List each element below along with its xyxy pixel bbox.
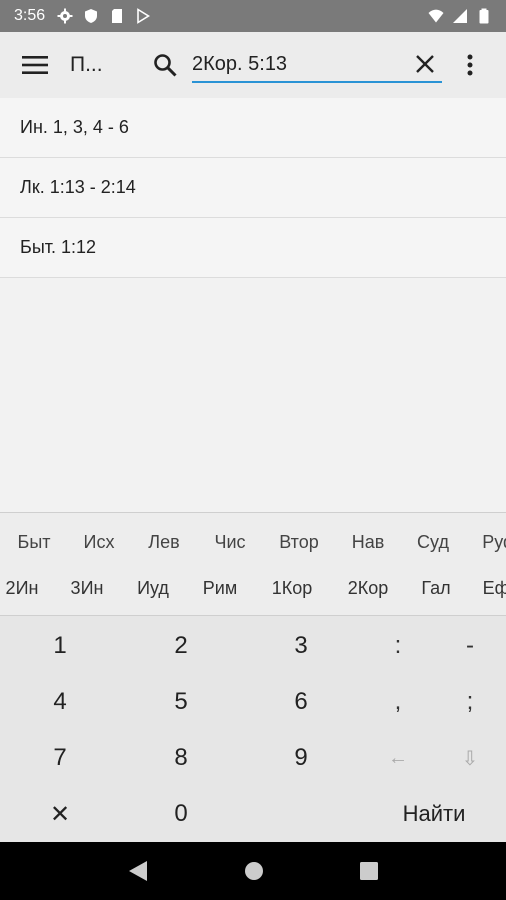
key-8[interactable]: 8: [141, 730, 221, 786]
status-time: 3:56: [14, 7, 46, 24]
find-button[interactable]: Найти: [376, 786, 492, 842]
menu-button[interactable]: [0, 32, 70, 98]
book-chip[interactable]: Рим: [203, 565, 237, 611]
back-icon[interactable]: [127, 859, 149, 883]
book-chip[interactable]: Еф: [483, 565, 506, 611]
key-4[interactable]: 4: [20, 674, 100, 730]
key-semicolon[interactable]: ;: [440, 674, 500, 730]
book-chip[interactable]: 1Кор: [272, 565, 313, 611]
book-chip[interactable]: Суд: [417, 519, 449, 565]
key-colon[interactable]: :: [368, 618, 428, 674]
play-store-icon: [137, 8, 151, 24]
search-button[interactable]: [140, 32, 190, 98]
book-chip[interactable]: 2Кор: [348, 565, 389, 611]
book-chip[interactable]: Руф: [482, 519, 506, 565]
book-chip[interactable]: Быт: [18, 519, 51, 565]
book-chip[interactable]: 2Ин: [6, 565, 39, 611]
book-chip[interactable]: Нав: [352, 519, 385, 565]
key-6[interactable]: 6: [261, 674, 341, 730]
list-item[interactable]: Лк. 1:13 - 2:14: [0, 158, 506, 218]
overflow-menu-button[interactable]: [450, 32, 490, 98]
sd-card-icon: [112, 9, 123, 23]
search-input[interactable]: [192, 52, 402, 76]
book-suggestion-strip[interactable]: Быт Исх Лев Чис Втор Нав Суд Руф 2Ин 3Ин…: [0, 512, 506, 616]
status-bar: 3:56: [0, 0, 506, 32]
key-3[interactable]: 3: [261, 618, 341, 674]
app-bar: П...: [0, 32, 506, 98]
more-vert-icon: [467, 54, 473, 76]
book-chip[interactable]: Гал: [421, 565, 450, 611]
book-chip[interactable]: Исх: [84, 519, 115, 565]
wifi-icon: [428, 9, 444, 23]
key-comma[interactable]: ,: [368, 674, 428, 730]
key-0[interactable]: 0: [141, 786, 221, 842]
home-icon[interactable]: [243, 860, 265, 882]
key-5[interactable]: 5: [141, 674, 221, 730]
battery-icon: [479, 8, 489, 24]
numeric-keypad: 1 2 3 : - 4 5 6 , ; 7 8 9 ← ⇩ ✕ 0 Найти: [0, 616, 506, 842]
book-chip[interactable]: Иуд: [137, 565, 169, 611]
key-dash[interactable]: -: [440, 618, 500, 674]
search-field: [192, 47, 442, 83]
search-icon: [154, 54, 177, 77]
gear-icon: [57, 8, 73, 24]
list-item[interactable]: Быт. 1:12: [0, 218, 506, 278]
down-arrow-icon[interactable]: ⇩: [440, 730, 500, 786]
system-nav-bar: [0, 842, 506, 900]
clear-input-key[interactable]: ✕: [20, 786, 100, 842]
book-chip[interactable]: Лев: [148, 519, 179, 565]
key-1[interactable]: 1: [20, 618, 100, 674]
key-2[interactable]: 2: [141, 618, 221, 674]
shield-icon: [85, 9, 98, 23]
recents-icon[interactable]: [359, 861, 379, 881]
book-chip[interactable]: 3Ин: [71, 565, 104, 611]
key-7[interactable]: 7: [20, 730, 100, 786]
backspace-icon[interactable]: ←: [368, 730, 428, 786]
app-title: П...: [70, 53, 103, 76]
close-icon: [416, 55, 434, 73]
book-chip[interactable]: Чис: [214, 519, 245, 565]
clear-search-button[interactable]: [412, 51, 438, 77]
screen: 3:56 П... Ин: [0, 0, 506, 900]
hamburger-menu-icon: [22, 56, 48, 74]
empty-content-area: [0, 280, 506, 512]
signal-icon: [453, 9, 467, 23]
list-item[interactable]: Ин. 1, 3, 4 - 6: [0, 98, 506, 158]
results-list: Ин. 1, 3, 4 - 6 Лк. 1:13 - 2:14 Быт. 1:1…: [0, 98, 506, 278]
book-chip[interactable]: Втор: [279, 519, 318, 565]
key-9[interactable]: 9: [261, 730, 341, 786]
